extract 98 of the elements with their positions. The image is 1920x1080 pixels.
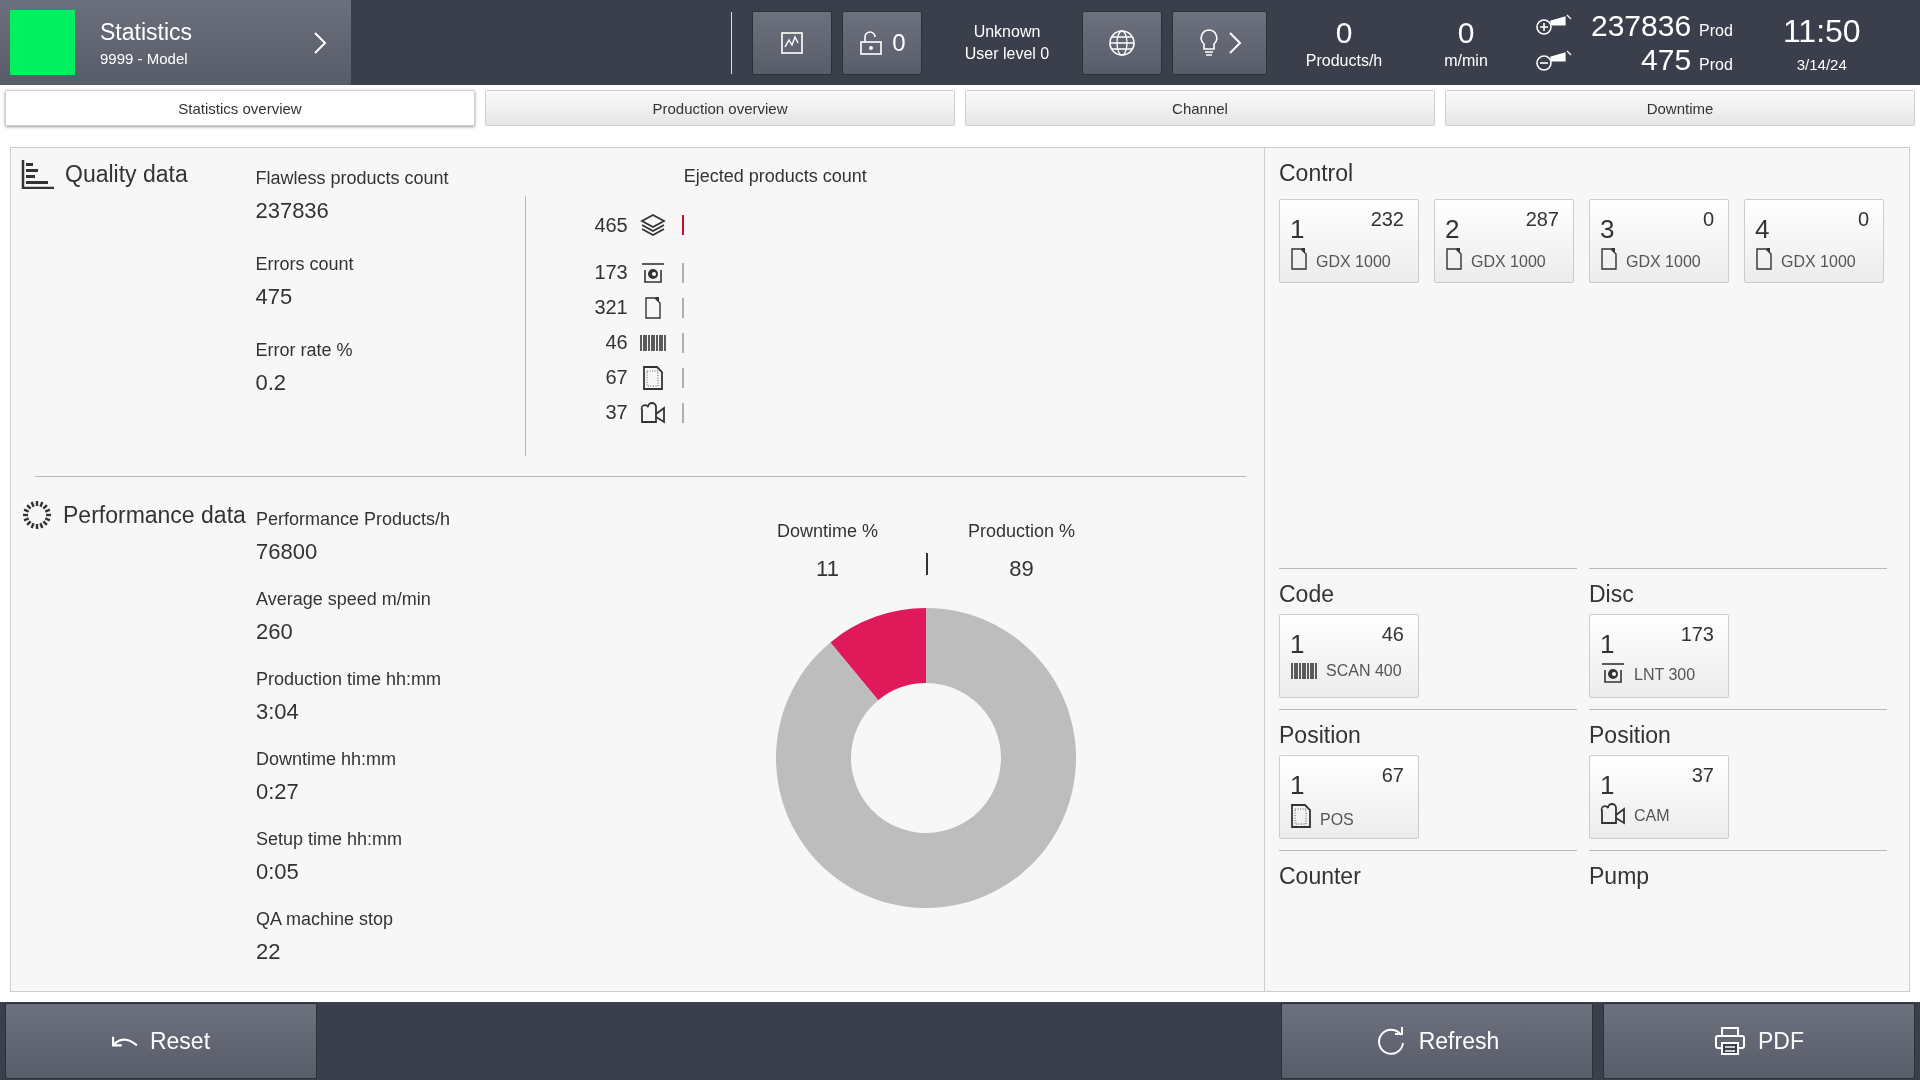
chevron-right-icon [313, 30, 327, 55]
metric-value: 0.2 [255, 370, 287, 396]
legend-value: 89 [1009, 556, 1034, 582]
lock-icon [858, 29, 885, 56]
document-icon [1445, 247, 1463, 271]
document-icon [1755, 247, 1773, 271]
device-tile[interactable]: 2 287 GDX 1000 [1434, 199, 1574, 283]
group-title: Control [1279, 160, 1355, 187]
device-tile[interactable]: 1 46 SCAN 400 [1279, 614, 1419, 698]
document-icon [1600, 247, 1618, 271]
metric-value: 475 [255, 284, 294, 310]
metric-value: 0:05 [256, 859, 300, 885]
metric-value: 0:27 [256, 779, 300, 805]
user-name: Unknown [973, 22, 1041, 41]
rate-unit: m/min [1444, 51, 1488, 70]
metric-value: 260 [256, 619, 294, 645]
section-title: Performance data [63, 501, 246, 529]
globe-icon [1107, 27, 1137, 58]
legend-label: Downtime % [776, 521, 878, 542]
metric-label: Performance Products/h [256, 509, 452, 530]
group-title: Disc [1589, 581, 1635, 608]
metric-label: Setup time hh:mm [256, 829, 404, 850]
barcode-icon [1290, 662, 1318, 680]
legend-label: Production % [968, 521, 1076, 542]
bar-chart-icon [21, 159, 55, 189]
pdf-button[interactable]: PDF [1603, 1003, 1915, 1079]
metric-value: 3:04 [256, 699, 300, 725]
reset-button[interactable]: Reset [5, 1003, 317, 1079]
legend-value: 11 [816, 556, 839, 582]
dotted-page-icon [641, 364, 664, 391]
ejected-count: 173 [593, 261, 628, 284]
screen-title: Statistics [100, 18, 194, 46]
ejected-count: 46 [604, 331, 628, 354]
clock-time: 11:50 [1782, 12, 1861, 50]
dotted-page-icon [1290, 803, 1312, 829]
counter-unit: Prod [1699, 55, 1733, 74]
device-tile[interactable]: 4 0 GDX 1000 [1744, 199, 1884, 283]
tab[interactable]: Downtime [1445, 90, 1915, 126]
product-counter: 475 [1641, 42, 1692, 77]
counter-plus-icon [1535, 12, 1573, 37]
clock-date: 3/14/24 [1796, 55, 1847, 73]
metric-value: 76800 [256, 539, 319, 565]
metric-label: Flawless products count [255, 168, 450, 189]
screen-title-panel[interactable]: Statistics 9999 - Model [0, 0, 351, 85]
metric-value: 22 [256, 939, 282, 965]
section-title: Quality data [65, 160, 188, 188]
metric-label: Average speed m/min [256, 589, 432, 610]
language-button[interactable] [1082, 10, 1162, 75]
metric-label: Downtime hh:mm [256, 749, 398, 770]
group-title: Pump [1589, 863, 1651, 890]
counter-unit: Prod [1699, 21, 1733, 40]
ejected-count: 321 [593, 296, 628, 319]
chevron-right-icon [1227, 30, 1242, 55]
metric-value: 237836 [255, 198, 330, 224]
ejected-title: Ejected products count [683, 166, 868, 187]
undo-arrow-icon [111, 1035, 138, 1047]
layers-icon [639, 213, 666, 237]
rate-value: 0 [1457, 15, 1475, 50]
user-level: User level 0 [964, 44, 1050, 63]
light-bulb-icon [1197, 27, 1220, 58]
refresh-button[interactable]: Refresh [1281, 1003, 1593, 1079]
rate-value: 0 [1335, 15, 1353, 50]
video-camera-icon [639, 401, 666, 424]
group-title: Position [1279, 722, 1362, 749]
tab[interactable]: Statistics overview [5, 90, 475, 126]
ejected-count: 465 [593, 213, 628, 237]
disc-sensor-icon [1600, 662, 1626, 684]
barcode-icon [638, 333, 667, 352]
light-button[interactable] [1172, 10, 1267, 75]
document-icon [1290, 247, 1308, 271]
lock-button[interactable]: 0 [842, 10, 922, 75]
metric-label: Production time hh:mm [256, 669, 443, 690]
model-name: 9999 - Model [100, 49, 189, 67]
metric-label: Error rate % [255, 340, 354, 361]
device-tile[interactable]: 3 0 GDX 1000 [1589, 199, 1729, 283]
group-title: Counter [1279, 863, 1362, 890]
printer-icon [1714, 1026, 1746, 1056]
group-title: Code [1279, 581, 1335, 608]
chart-button[interactable] [752, 10, 832, 75]
ejected-count: 37 [604, 401, 628, 424]
product-counter: 237836 [1591, 8, 1692, 43]
device-tile[interactable]: 1 67 POS [1279, 755, 1419, 839]
counter-minus-icon [1535, 48, 1573, 73]
tab[interactable]: Channel [965, 90, 1435, 126]
document-icon [643, 295, 662, 320]
tab[interactable]: Production overview [485, 90, 955, 126]
metric-label: QA machine stop [256, 909, 395, 930]
device-tile[interactable]: 1 173 LNT 300 [1589, 614, 1729, 698]
disc-sensor-icon [639, 261, 666, 284]
gauge-icon [21, 499, 53, 531]
rate-unit: Products/h [1305, 51, 1383, 70]
ejected-count: 67 [604, 366, 628, 389]
metric-label: Errors count [255, 254, 355, 275]
group-title: Position [1589, 722, 1672, 749]
chart-icon [779, 29, 805, 56]
video-camera-icon [1600, 803, 1626, 825]
device-tile[interactable]: 1 37 CAM [1589, 755, 1729, 839]
device-tile[interactable]: 1 232 GDX 1000 [1279, 199, 1419, 283]
